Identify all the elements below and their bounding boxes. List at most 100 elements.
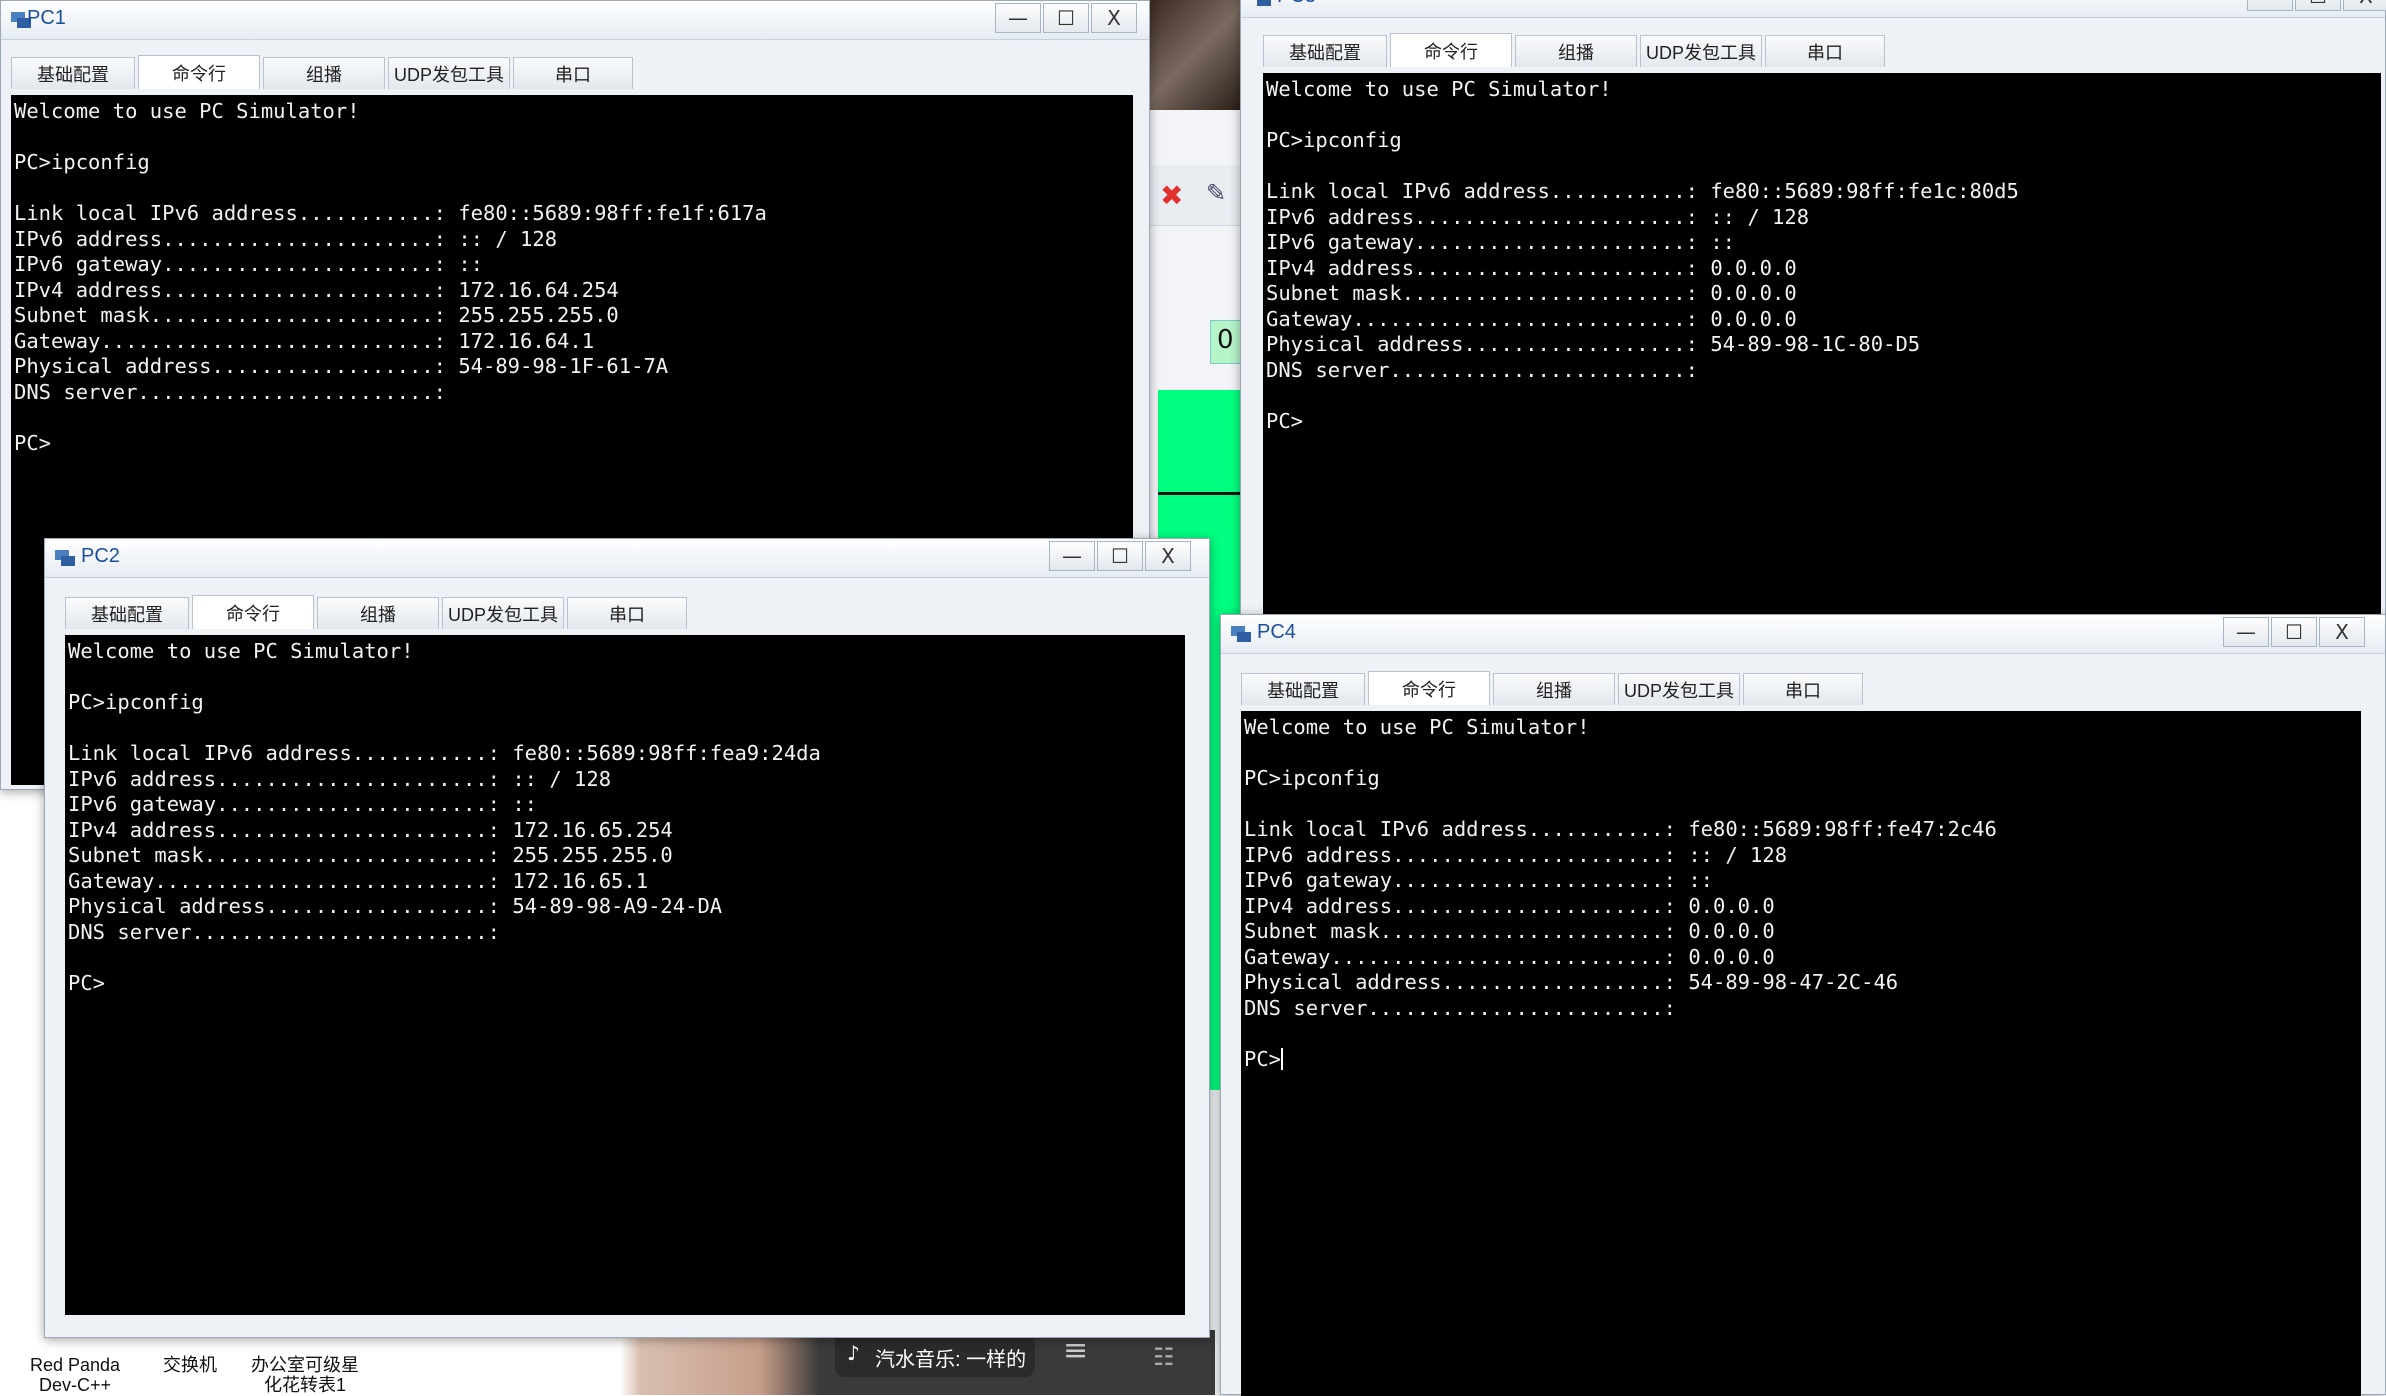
terminal-line: Link local IPv6 address...........: fe80… [14, 201, 767, 225]
terminal-line: Subnet mask.......................: 255.… [14, 303, 619, 327]
tab-basic-config[interactable]: 基础配置 [1241, 673, 1365, 705]
window-title: PC2 [81, 545, 120, 567]
pc3-titlebar[interactable]: PC3 — ☐ X [1241, 0, 2386, 18]
terminal-line: PC> [1244, 1046, 1284, 1071]
pc2-terminal[interactable]: Welcome to use PC Simulator! PC>ipconfig L… [65, 635, 1185, 1315]
terminal-line: IPv6 gateway......................: :: [14, 252, 483, 276]
tab-udp-tool[interactable]: UDP发包工具 [1640, 35, 1762, 67]
pc2-tabs: 基础配置 命令行 组播 UDP发包工具 串口 [65, 595, 687, 631]
pc1-tabs: 基础配置 命令行 组播 UDP发包工具 串口 [11, 55, 633, 91]
terminal-line: DNS server........................: [1244, 995, 1676, 1020]
music-widget[interactable]: ♪ 汽水音乐: 一样的 [835, 1333, 1035, 1377]
minimize-button[interactable]: — [2247, 0, 2293, 11]
maximize-button[interactable]: ☐ [2295, 0, 2341, 11]
window-title: PC1 [27, 7, 66, 29]
terminal-line: Gateway...........................: 172.… [68, 868, 649, 893]
list-icon[interactable]: ☷ [1153, 1343, 1175, 1371]
window-title: PC4 [1257, 621, 1296, 643]
green-value-label: 0 [1217, 325, 1234, 355]
pc4-terminal[interactable]: Welcome to use PC Simulator! PC>ipconfig L… [1241, 711, 2361, 1396]
tab-serial-port[interactable]: 串口 [567, 597, 687, 629]
pc2-window: PC2 — ☐ X 基础配置 命令行 组播 UDP发包工具 串口 Welcome… [44, 538, 1210, 1338]
terminal-line: Physical address..................: 54-8… [1244, 970, 1899, 994]
pc1-titlebar[interactable]: PC1 — ☐ X [1, 1, 1149, 40]
terminal-line: PC>ipconfig [1244, 766, 1380, 790]
pc4-titlebar[interactable]: PC4 — ☐ X [1221, 615, 2385, 654]
terminal-line: IPv6 gateway......................: :: [1244, 868, 1713, 892]
terminal-line: IPv6 address......................: :: /… [14, 226, 558, 251]
terminal-line: Link local IPv6 address...........: fe80… [1266, 179, 2019, 203]
terminal-line: IPv6 address......................: :: /… [1244, 842, 1788, 867]
terminal-line: Subnet mask.......................: 0.0.… [1266, 281, 1797, 305]
red-panda-shortcut[interactable]: Red Panda Dev-C++ [20, 1355, 130, 1395]
terminal-line: Welcome to use PC Simulator! [1244, 715, 1590, 739]
minimize-button[interactable]: — [995, 3, 1041, 33]
terminal-line: Subnet mask.......................: 255.… [68, 843, 673, 867]
menu-icon[interactable]: ≡ [1063, 1333, 1088, 1368]
tab-basic-config[interactable]: 基础配置 [1263, 35, 1387, 67]
pc3-window: PC3 — ☐ X 基础配置 命令行 组播 UDP发包工具 串口 Welcome… [1240, 0, 2386, 621]
terminal-line: DNS server........................: [1266, 357, 1698, 382]
close-button[interactable]: X [1091, 3, 1137, 33]
terminal-line: DNS server........................: [14, 379, 446, 404]
tab-command-line[interactable]: 命令行 [1390, 33, 1512, 67]
edit-icon[interactable]: ✎ [1206, 179, 1226, 207]
terminal-line: PC> [1266, 408, 1304, 433]
terminal-line: Physical address..................: 54-8… [1266, 332, 1921, 356]
maximize-button[interactable]: ☐ [2271, 617, 2317, 647]
tab-multicast[interactable]: 组播 [263, 57, 385, 89]
tab-serial-port[interactable]: 串口 [513, 57, 633, 89]
tab-command-line[interactable]: 命令行 [138, 55, 260, 89]
tab-serial-port[interactable]: 串口 [1765, 35, 1885, 67]
tab-udp-tool[interactable]: UDP发包工具 [442, 597, 564, 629]
close-button[interactable]: X [2343, 0, 2386, 11]
tab-command-line[interactable]: 命令行 [192, 595, 314, 629]
pc4-window: PC4 — ☐ X 基础配置 命令行 组播 UDP发包工具 串口 Welcome… [1220, 614, 2386, 1396]
tab-udp-tool[interactable]: UDP发包工具 [1618, 673, 1740, 705]
switch-shortcut[interactable]: 交换机 [150, 1355, 230, 1375]
terminal-line: Welcome to use PC Simulator! [1266, 77, 1612, 101]
toolbar-strip: ✖ ✎ [1150, 165, 1240, 226]
tab-multicast[interactable]: 组播 [1493, 673, 1615, 705]
terminal-line: PC> [14, 430, 52, 455]
terminal-line: Gateway...........................: 0.0.… [1244, 944, 1775, 969]
pc3-terminal[interactable]: Welcome to use PC Simulator! PC>ipconfig L… [1263, 73, 2381, 621]
pc-simulator-icon [1231, 626, 1251, 642]
terminal-line: Welcome to use PC Simulator! [14, 99, 360, 123]
terminal-line: Welcome to use PC Simulator! [68, 639, 414, 663]
tab-multicast[interactable]: 组播 [317, 597, 439, 629]
terminal-line: IPv4 address......................: 0.0.… [1244, 893, 1775, 918]
delete-icon[interactable]: ✖ [1160, 179, 1183, 212]
tab-udp-tool[interactable]: UDP发包工具 [388, 57, 510, 89]
tab-basic-config[interactable]: 基础配置 [11, 57, 135, 89]
minimize-button[interactable]: — [1049, 541, 1095, 571]
photo-strip [1150, 0, 1240, 110]
green-label-box: 0 [1210, 320, 1242, 364]
minimize-button[interactable]: — [2223, 617, 2269, 647]
tab-multicast[interactable]: 组播 [1515, 35, 1637, 67]
terminal-line: DNS server........................: [68, 919, 500, 944]
tab-basic-config[interactable]: 基础配置 [65, 597, 189, 629]
tab-serial-port[interactable]: 串口 [1743, 673, 1863, 705]
terminal-line: Physical address..................: 54-8… [14, 354, 669, 378]
office-shortcut[interactable]: 办公室可级星 化花转表1 [240, 1355, 370, 1395]
tab-command-line[interactable]: 命令行 [1368, 671, 1490, 705]
pc2-titlebar[interactable]: PC2 — ☐ X [45, 539, 1209, 578]
maximize-button[interactable]: ☐ [1043, 3, 1089, 33]
terminal-line: PC>ipconfig [14, 150, 150, 174]
close-button[interactable]: X [2319, 617, 2365, 647]
terminal-line: PC>ipconfig [1266, 128, 1402, 152]
terminal-line: Gateway...........................: 0.0.… [1266, 306, 1797, 331]
pc-simulator-icon [55, 550, 75, 566]
close-button[interactable]: X [1145, 541, 1191, 571]
terminal-line: IPv6 address......................: :: /… [68, 766, 612, 791]
terminal-line: Subnet mask.......................: 0.0.… [1244, 919, 1775, 943]
maximize-button[interactable]: ☐ [1097, 541, 1143, 571]
pc-simulator-icon [1257, 0, 1271, 6]
